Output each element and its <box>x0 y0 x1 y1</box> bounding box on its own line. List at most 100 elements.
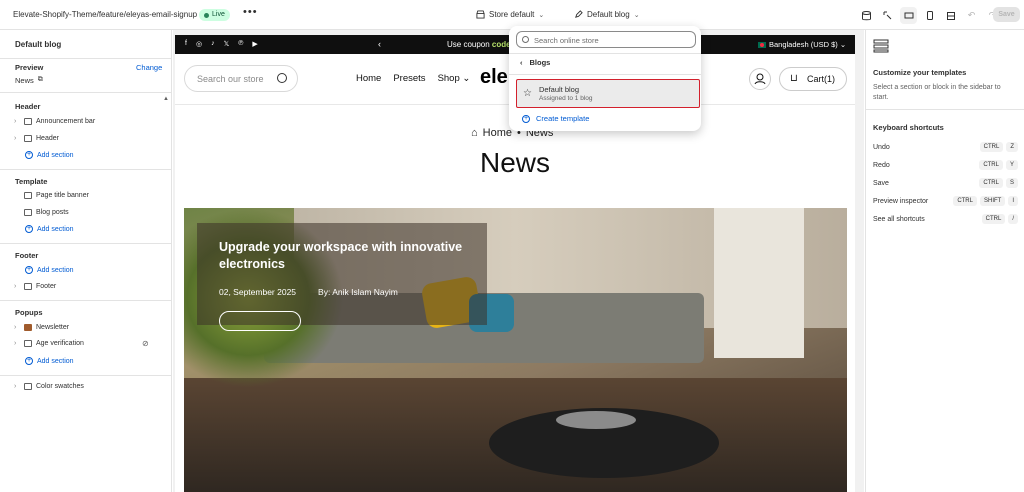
sidebar-item-header[interactable]: › Header <box>14 135 59 142</box>
key: CTRL <box>953 196 977 206</box>
back-to-blogs[interactable]: ‹ Blogs <box>520 58 550 67</box>
more-icon[interactable]: ••• <box>243 6 258 18</box>
save-button[interactable]: Save <box>993 7 1020 22</box>
sidebar-item-newsletter[interactable]: › Newsletter <box>14 324 69 331</box>
left-sidebar: Default blog Preview Change News ⧉ Heade… <box>0 30 172 492</box>
hero-robot-top <box>556 411 636 429</box>
template-option-title: Default blog <box>539 85 580 94</box>
store-select[interactable]: Store default ⌄ <box>476 10 544 19</box>
sidebar-item-announcement-bar[interactable]: › Announcement bar <box>14 118 95 125</box>
shortcut-row-see-all[interactable]: See all shortcuts CTRL / <box>873 214 1018 224</box>
tiktok-icon[interactable]: ♪ <box>211 40 215 48</box>
fullscreen-icon[interactable] <box>942 7 959 24</box>
sidebar-item-age-verification[interactable]: › Age verification <box>14 340 84 347</box>
section-popups-title: Popups <box>15 308 43 317</box>
change-link[interactable]: Change <box>136 63 162 72</box>
scroll-up-icon[interactable]: ▲ <box>163 96 169 102</box>
section-icon <box>24 340 32 347</box>
newsletter-icon <box>24 324 32 331</box>
youtube-icon[interactable]: ▶ <box>252 40 257 48</box>
sidebar-title: Default blog <box>15 40 62 49</box>
key: CTRL <box>979 178 1003 188</box>
menu-item-presets[interactable]: Presets <box>393 73 425 84</box>
menu-item-home[interactable]: Home <box>356 73 381 84</box>
section-footer-title: Footer <box>15 251 39 260</box>
plus-circle-icon: + <box>25 357 33 365</box>
template-select[interactable]: Default blog ⌄ <box>574 10 640 19</box>
sidebar-item-footer[interactable]: › Footer <box>14 283 56 290</box>
inspector-icon[interactable] <box>879 7 896 24</box>
shortcut-label: Undo <box>873 143 890 151</box>
divider <box>0 58 171 59</box>
template-option-default-blog[interactable]: ☆ Default blog Assigned to 1 blog <box>516 79 700 108</box>
hero-window <box>714 208 804 358</box>
sidebar-item-label: Header <box>36 135 59 142</box>
instagram-icon[interactable]: ◎ <box>196 40 202 48</box>
template-option-subtitle: Assigned to 1 blog <box>539 95 593 102</box>
section-icon <box>24 118 32 125</box>
add-section-label: Add section <box>37 151 74 159</box>
create-template-button[interactable]: + Create template <box>522 114 589 123</box>
home-icon[interactable]: ⌂ <box>471 127 478 139</box>
shortcuts-heading: Keyboard shortcuts <box>873 123 944 132</box>
announcement-prev-icon[interactable]: ‹ <box>378 39 381 49</box>
sidebar-item-label: Age verification <box>36 340 84 347</box>
mobile-view-icon[interactable] <box>921 7 938 24</box>
shortcut-label: Redo <box>873 161 890 169</box>
add-section-button[interactable]: + Add section <box>25 151 74 159</box>
divider <box>0 169 171 170</box>
menu-item-shop[interactable]: Shop ⌄ <box>438 73 471 84</box>
hero-author: By: Anik Islam Nayim <box>318 287 398 297</box>
site-logo[interactable]: ele <box>480 66 508 89</box>
sidebar-item-color-swatches[interactable]: › Color swatches <box>14 383 84 390</box>
plus-circle-icon: + <box>522 114 530 123</box>
chevron-right-icon: › <box>14 383 17 390</box>
template-dropdown: Search online store ‹ Blogs ☆ Default blo… <box>509 26 701 131</box>
eye-off-icon[interactable]: ⊘ <box>142 339 149 348</box>
key: Y <box>1005 160 1018 170</box>
add-section-button[interactable]: + Add section <box>25 266 74 274</box>
add-section-button[interactable]: + Add section <box>25 357 74 365</box>
section-icon <box>24 209 32 216</box>
sidebar-item-label: Page title banner <box>36 192 89 199</box>
customize-heading: Customize your templates <box>873 68 967 77</box>
add-section-label: Add section <box>37 357 74 365</box>
breadcrumb-home[interactable]: Home <box>483 127 512 139</box>
x-icon[interactable]: 𝕏 <box>224 40 230 48</box>
theme-path[interactable]: Elevate-Shopify-Theme/feature/eleyas-ema… <box>13 10 197 19</box>
database-icon[interactable] <box>858 7 875 24</box>
account-icon[interactable] <box>749 68 771 90</box>
chevron-down-icon: ⌄ <box>538 11 545 19</box>
key: CTRL <box>979 142 1004 152</box>
hero-title[interactable]: Upgrade your workspace with innovative e… <box>219 239 489 273</box>
shortcut-row-preview-inspector: Preview inspector CTRL SHIFT I <box>873 196 1018 206</box>
facebook-icon[interactable]: f <box>185 40 187 48</box>
pinterest-icon[interactable]: ℗ <box>238 40 243 48</box>
search-icon <box>277 73 287 83</box>
plus-circle-icon: + <box>25 151 33 159</box>
announcement-prefix: Use coupon <box>447 40 492 49</box>
key: / <box>1008 214 1018 224</box>
cart-button[interactable]: ⊔ Cart(1) <box>779 67 847 91</box>
desktop-view-icon[interactable] <box>900 7 917 24</box>
chevron-down-icon: ⌄ <box>633 11 640 19</box>
template-search-input[interactable]: Search online store <box>516 31 696 48</box>
coupon-code: code <box>491 40 511 49</box>
add-section-button[interactable]: + Add section <box>25 225 74 233</box>
back-label: Blogs <box>529 58 551 67</box>
undo-icon[interactable]: ↶ <box>963 7 980 24</box>
hero-read-more-button[interactable] <box>219 311 301 331</box>
chevron-right-icon: › <box>14 118 17 125</box>
site-search-input[interactable]: Search our store <box>184 65 298 92</box>
external-link-icon: ⧉ <box>37 76 43 83</box>
preview-value[interactable]: News ⧉ <box>15 76 43 85</box>
country-select[interactable]: Bangladesh (USD $) ⌄ <box>758 40 846 49</box>
template-search-placeholder: Search online store <box>534 36 599 45</box>
page-title: News <box>479 147 550 178</box>
store-icon <box>476 10 485 19</box>
sidebar-item-blog-posts[interactable]: Blog posts <box>14 209 69 216</box>
divider <box>509 74 701 75</box>
sidebar-item-page-title-banner[interactable]: Page title banner <box>14 192 89 199</box>
section-icon <box>24 192 32 199</box>
customize-description: Select a section or block in the sidebar… <box>873 84 1001 101</box>
